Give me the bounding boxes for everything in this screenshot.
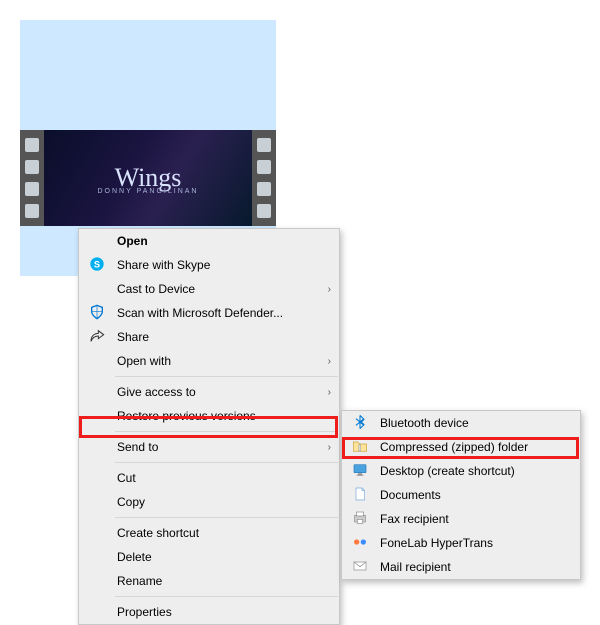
menu-separator: [115, 517, 338, 518]
menu-rename[interactable]: Rename: [79, 569, 339, 593]
documents-icon: [350, 486, 370, 505]
film-strip-left: [20, 130, 44, 226]
menu-properties[interactable]: Properties: [79, 600, 339, 624]
menu-cast-to-device[interactable]: Cast to Device ›: [79, 277, 339, 301]
sendto-fax[interactable]: Fax recipient: [342, 507, 580, 531]
menu-copy[interactable]: Copy: [79, 490, 339, 514]
context-menu: Open S Share with Skype Cast to Device ›…: [78, 228, 340, 625]
skype-icon: S: [87, 256, 107, 275]
share-icon: [87, 328, 107, 347]
menu-scan-defender[interactable]: Scan with Microsoft Defender...: [79, 301, 339, 325]
svg-text:S: S: [94, 259, 100, 269]
shield-icon: [87, 304, 107, 323]
menu-separator: [115, 462, 338, 463]
chevron-right-icon: ›: [328, 442, 331, 453]
menu-share-skype[interactable]: S Share with Skype: [79, 253, 339, 277]
video-frame: Wings DONNY PANGILINAN: [44, 130, 252, 226]
sendto-documents[interactable]: Documents: [342, 483, 580, 507]
film-strip-right: [252, 130, 276, 226]
menu-cut[interactable]: Cut: [79, 466, 339, 490]
menu-delete[interactable]: Delete: [79, 545, 339, 569]
menu-create-shortcut[interactable]: Create shortcut: [79, 521, 339, 545]
zip-folder-icon: [350, 438, 370, 457]
menu-separator: [115, 431, 338, 432]
sendto-fonelab[interactable]: FoneLab HyperTrans: [342, 531, 580, 555]
chevron-right-icon: ›: [328, 284, 331, 295]
menu-separator: [115, 376, 338, 377]
video-thumbnail[interactable]: Wings DONNY PANGILINAN: [20, 130, 276, 226]
menu-restore-previous[interactable]: Restore previous versions: [79, 404, 339, 428]
menu-give-access[interactable]: Give access to ›: [79, 380, 339, 404]
video-subtitle-text: DONNY PANGILINAN: [98, 188, 199, 195]
menu-share[interactable]: Share: [79, 325, 339, 349]
sendto-mail[interactable]: Mail recipient: [342, 555, 580, 579]
mail-icon: [350, 558, 370, 577]
menu-open-with[interactable]: Open with ›: [79, 349, 339, 373]
chevron-right-icon: ›: [328, 356, 331, 367]
menu-separator: [115, 596, 338, 597]
bluetooth-icon: [350, 414, 370, 433]
sendto-submenu: Bluetooth device Compressed (zipped) fol…: [341, 410, 581, 580]
sendto-bluetooth[interactable]: Bluetooth device: [342, 411, 580, 435]
chevron-right-icon: ›: [328, 387, 331, 398]
fonelab-icon: [350, 534, 370, 553]
fax-icon: [350, 510, 370, 529]
menu-send-to[interactable]: Send to ›: [79, 435, 339, 459]
desktop-icon: [350, 462, 370, 481]
sendto-compressed[interactable]: Compressed (zipped) folder: [342, 435, 580, 459]
menu-open[interactable]: Open: [79, 229, 339, 253]
sendto-desktop[interactable]: Desktop (create shortcut): [342, 459, 580, 483]
